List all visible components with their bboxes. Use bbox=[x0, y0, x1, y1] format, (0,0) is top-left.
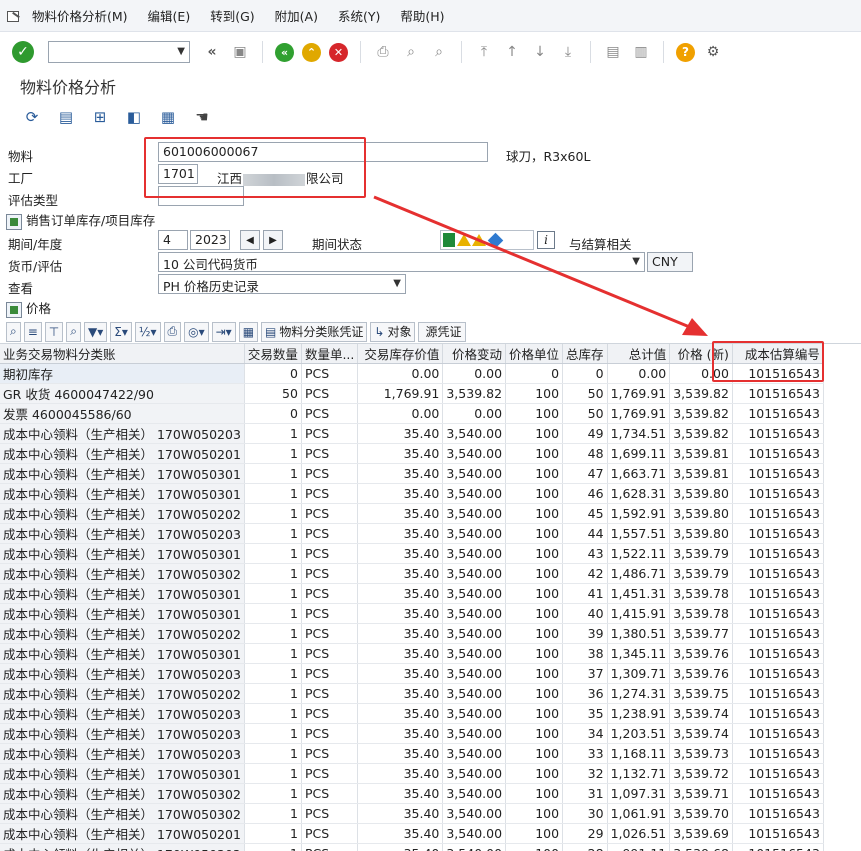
annotation-arrow bbox=[373, 195, 708, 336]
